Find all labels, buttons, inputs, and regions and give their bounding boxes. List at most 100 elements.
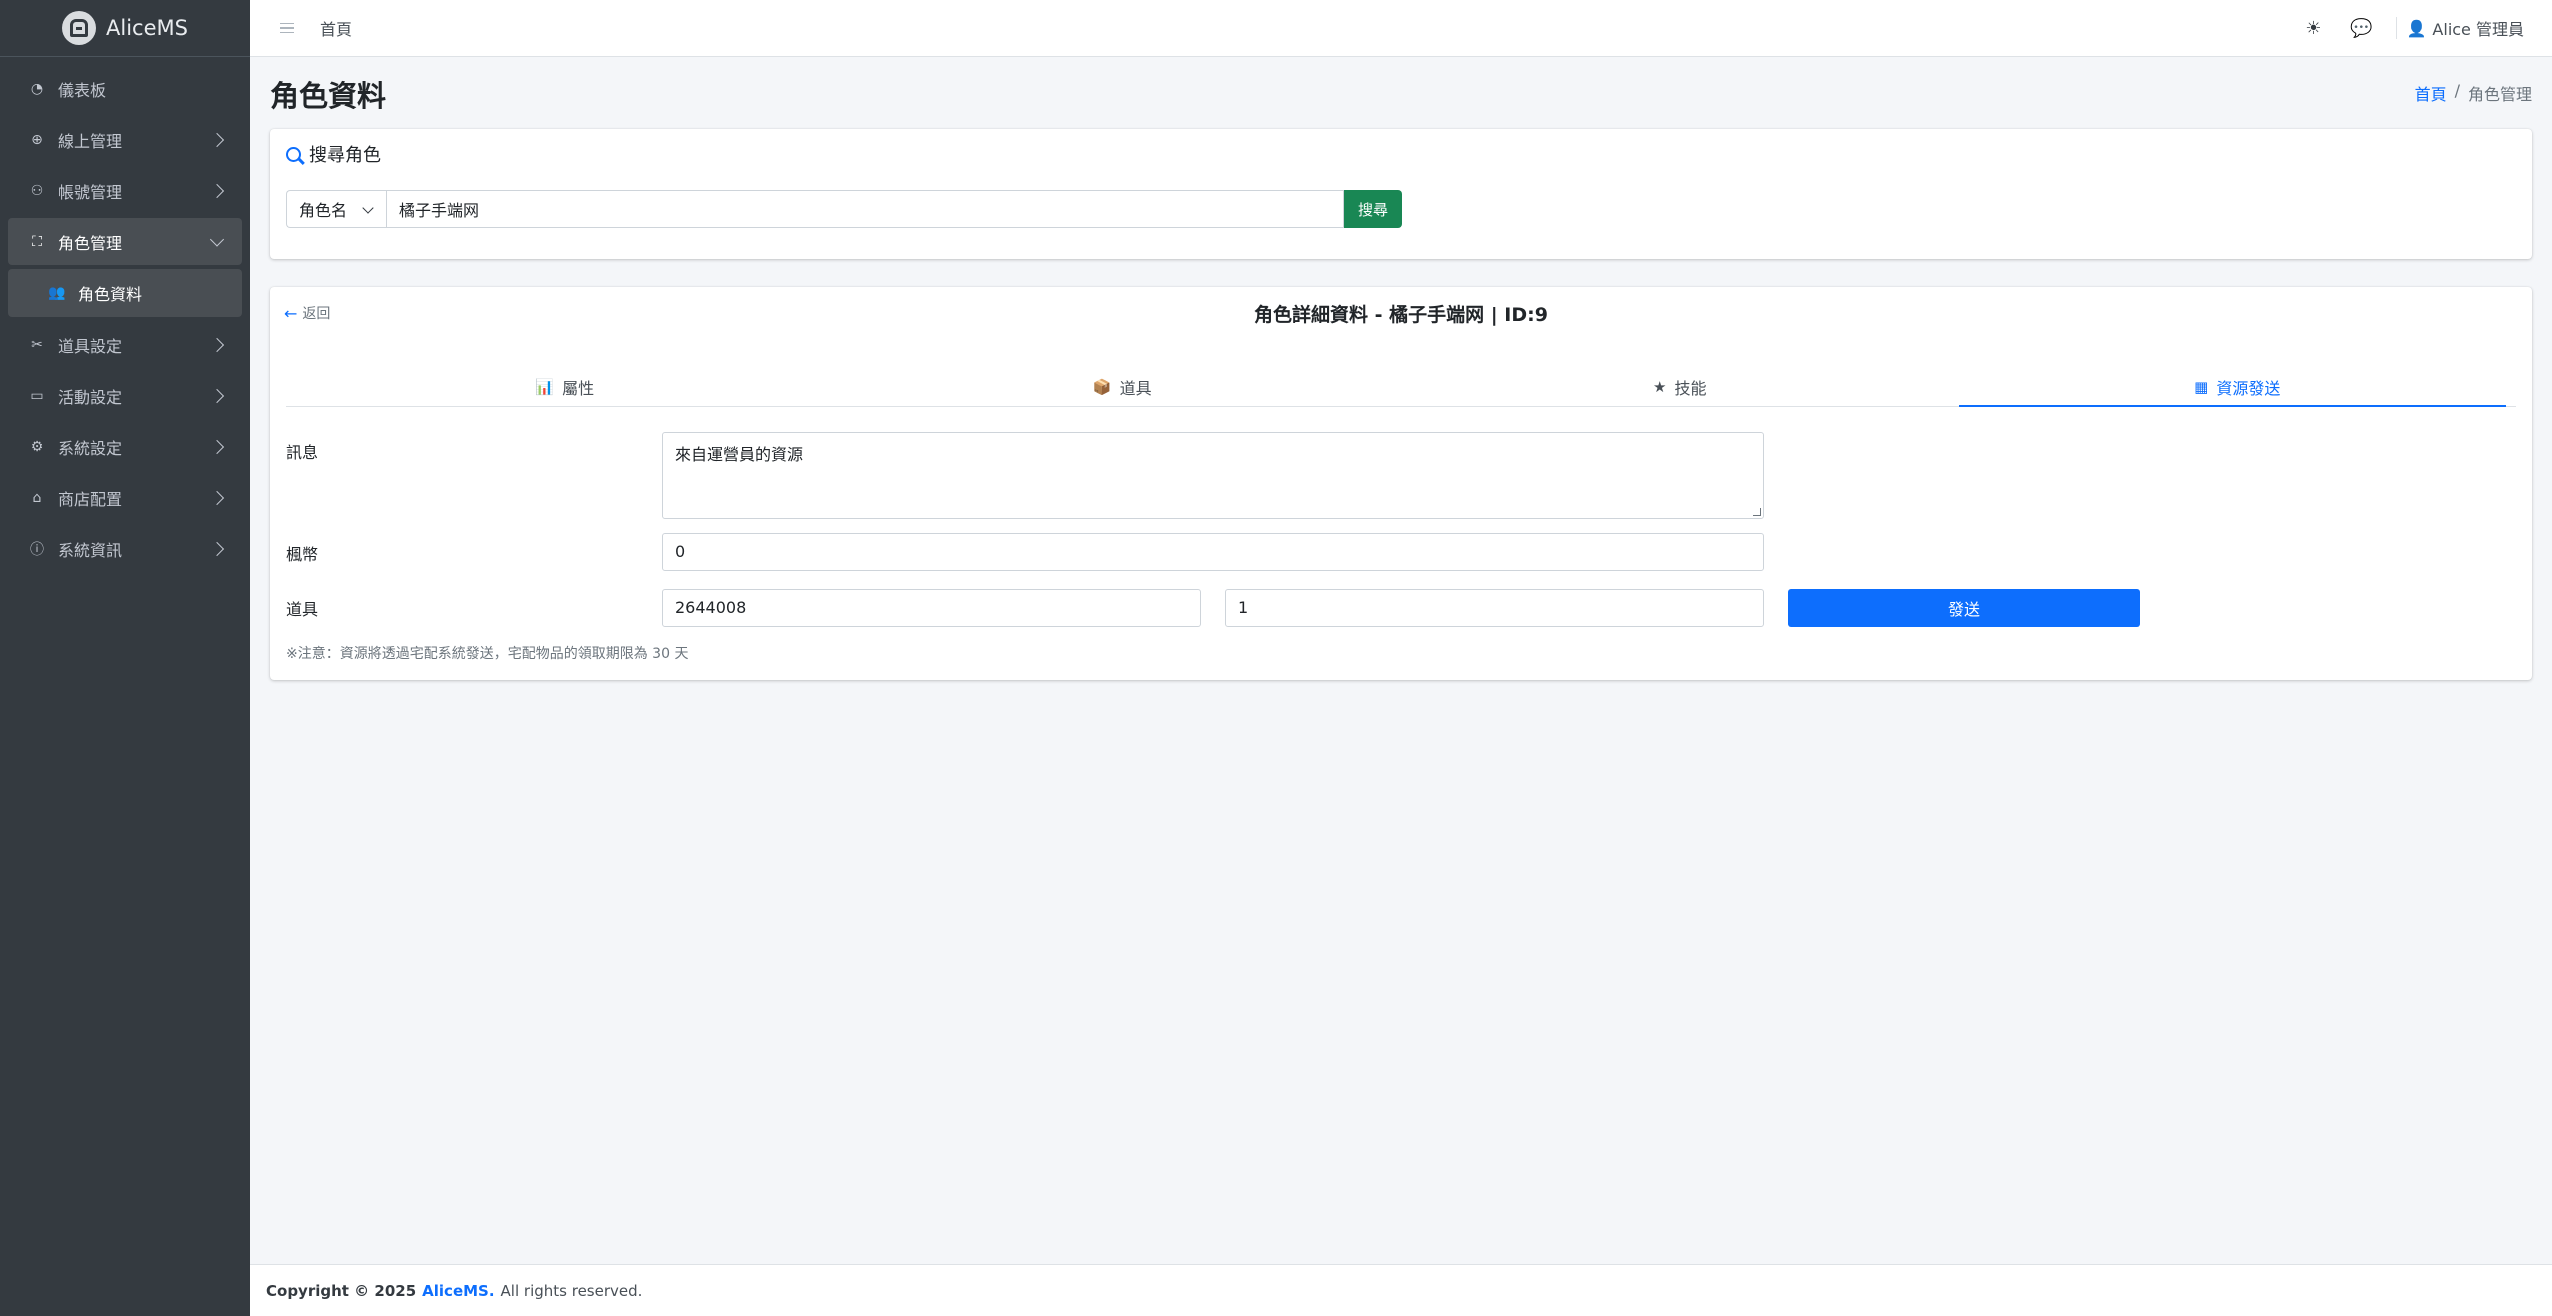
sidebar-item-system-info[interactable]: ⓘ 系統資訊	[8, 525, 242, 572]
search-input-value: 橘子手端网	[399, 201, 480, 220]
header-divider	[2395, 17, 2397, 39]
chevron-right-icon	[209, 337, 225, 352]
item-id-value: 2644008	[675, 598, 747, 617]
people-box-icon: ▦	[2194, 377, 2209, 396]
chat-icon[interactable]: 💬	[2338, 18, 2386, 39]
character-detail-card: ← 返回 角色詳細資料 - 橘子手端网 | ID:9 📊 屬性 📦 道具 ★ 技…	[270, 287, 2532, 680]
sidebar-item-label: 角色資料	[78, 285, 143, 304]
boxes-icon: 📦	[1092, 377, 1112, 396]
chevron-right-icon	[209, 490, 225, 505]
search-card-title: 搜尋角色	[286, 141, 381, 167]
page-title: 角色資料	[270, 79, 387, 113]
sidebar-item-label: 道具設定	[58, 336, 123, 356]
brand[interactable]: AliceMS	[0, 0, 250, 57]
brand-logo-icon	[62, 11, 97, 45]
search-row: 角色名 橘子手端网 搜尋	[286, 190, 1402, 228]
tab-label: 屬性	[562, 378, 595, 398]
search-card-title-text: 搜尋角色	[309, 145, 381, 166]
brand-name: AliceMS	[106, 16, 188, 40]
sidebar-item-items[interactable]: ✂ 道具設定	[8, 321, 242, 368]
item-label: 道具	[286, 600, 319, 619]
search-type-value: 角色名	[299, 201, 348, 220]
sidebar-item-character-data[interactable]: 👥 角色資料	[8, 269, 242, 317]
tab-attributes[interactable]: 📊 屬性	[286, 367, 844, 406]
tools-icon: ✂	[31, 336, 43, 353]
hamburger-icon[interactable]	[280, 22, 294, 34]
sidebar: AliceMS ◔ 儀表板 ⊕ 線上管理 ⚇ 帳號管理 ⛶ 角色管理 👥 角色資…	[0, 0, 250, 1316]
item-quantity-input[interactable]: 1	[1225, 589, 1764, 627]
breadcrumb-home-link[interactable]: 首頁	[2415, 81, 2447, 105]
search-icon	[286, 146, 301, 162]
resource-note: ※注意：資源將透過宅配系統發送，宅配物品的領取期限為 30 天	[286, 646, 689, 662]
tab-skills[interactable]: ★ 技能	[1401, 367, 1959, 406]
footer-copyright: Copyright © 2025	[266, 1281, 417, 1300]
resize-grip-icon[interactable]	[1753, 508, 1761, 516]
sidebar-item-label: 儀表板	[58, 80, 107, 100]
tab-resource-send[interactable]: ▦ 資源發送	[1958, 367, 2517, 407]
breadcrumb: 首頁 / 角色管理	[2415, 81, 2532, 105]
chevron-down-icon	[362, 202, 374, 214]
sidebar-item-accounts[interactable]: ⚇ 帳號管理	[8, 167, 242, 214]
tab-label: 道具	[1119, 378, 1152, 398]
footer: Copyright © 2025 AliceMS. All rights res…	[250, 1264, 2552, 1316]
calendar-icon: ▭	[30, 387, 44, 404]
globe-icon: ⊕	[31, 131, 43, 148]
header-home-link[interactable]: 首頁	[320, 16, 352, 40]
chevron-down-icon	[209, 231, 225, 247]
shop-icon: ⌂	[32, 489, 42, 506]
search-card: 搜尋角色 角色名 橘子手端网 搜尋	[270, 129, 2532, 259]
message-label: 訊息	[286, 443, 319, 462]
sidebar-item-events[interactable]: ▭ 活動設定	[8, 372, 242, 419]
detail-title: 角色詳細資料 - 橘子手端网 | ID:9	[1254, 304, 1548, 326]
sidebar-item-label: 角色管理	[58, 233, 123, 253]
sidebar-item-label: 帳號管理	[58, 182, 123, 202]
user-badge-icon: ⛶	[32, 233, 42, 250]
chevron-right-icon	[209, 388, 225, 403]
item-quantity-value: 1	[1238, 598, 1249, 617]
send-button[interactable]: 發送	[1788, 589, 2140, 627]
chevron-right-icon	[209, 132, 225, 147]
chevron-right-icon	[209, 183, 225, 198]
message-value: 來自運營員的資源	[675, 445, 804, 464]
search-type-select[interactable]: 角色名	[286, 190, 386, 228]
sidebar-item-shop[interactable]: ⌂ 商店配置	[8, 474, 242, 521]
sidebar-item-dashboard[interactable]: ◔ 儀表板	[8, 65, 242, 112]
currency-input[interactable]: 0	[662, 533, 1764, 571]
sidebar-item-system-settings[interactable]: ⚙ 系統設定	[8, 423, 242, 470]
sidebar-item-label: 線上管理	[58, 131, 123, 151]
search-input[interactable]: 橘子手端网	[386, 190, 1344, 228]
sidebar-item-label: 活動設定	[58, 387, 123, 407]
user-menu[interactable]: 👤 Alice 管理員	[2407, 16, 2525, 40]
currency-label: 楓幣	[286, 545, 319, 564]
info-icon: ⓘ	[30, 541, 44, 558]
currency-value: 0	[675, 542, 686, 561]
user-icon: 👤	[2406, 18, 2427, 38]
tab-label: 資源發送	[2216, 378, 2281, 398]
breadcrumb-current: 角色管理	[2467, 85, 2532, 104]
detail-tabs: 📊 屬性 📦 道具 ★ 技能 ▦ 資源發送	[286, 367, 2516, 407]
header-actions: ☀ 💬 👤 Alice 管理員	[2290, 16, 2525, 40]
item-id-input[interactable]: 2644008	[662, 589, 1201, 627]
sidebar-item-label: 商店配置	[58, 489, 123, 509]
star-icon: ★	[1653, 377, 1667, 396]
top-header: 首頁 ☀ 💬 👤 Alice 管理員	[250, 0, 2552, 57]
user-name: Alice 管理員	[2432, 20, 2524, 39]
chevron-right-icon	[209, 439, 225, 454]
message-textarea[interactable]: 來自運營員的資源	[662, 432, 1764, 519]
sun-icon[interactable]: ☀	[2290, 18, 2338, 39]
palette-icon: ◔	[30, 80, 44, 97]
gear-icon: ⚙	[30, 438, 44, 455]
tab-label: 技能	[1674, 378, 1707, 398]
footer-brand-link[interactable]: AliceMS.	[422, 1282, 494, 1300]
sidebar-nav: ◔ 儀表板 ⊕ 線上管理 ⚇ 帳號管理 ⛶ 角色管理 👥 角色資料 ✂ 道具設定	[0, 57, 250, 584]
sidebar-item-online[interactable]: ⊕ 線上管理	[8, 116, 242, 163]
sidebar-item-label: 系統資訊	[58, 540, 123, 560]
sidebar-item-characters[interactable]: ⛶ 角色管理	[8, 218, 242, 265]
chart-icon: 📊	[535, 377, 555, 396]
search-button[interactable]: 搜尋	[1344, 190, 1402, 228]
tab-items[interactable]: 📦 道具	[844, 367, 1402, 406]
chevron-right-icon	[209, 541, 225, 556]
sidebar-item-label: 系統設定	[58, 438, 123, 458]
user-group-icon: ⚇	[30, 182, 44, 199]
footer-rights: All rights reserved.	[500, 1281, 643, 1300]
